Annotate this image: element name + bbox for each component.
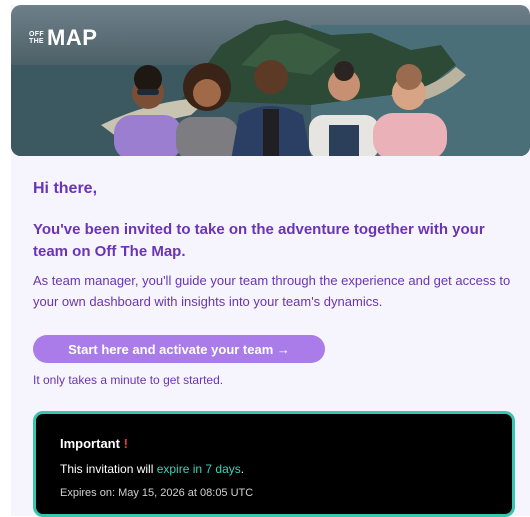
- brand-logo: OFF THE MAP: [29, 25, 97, 51]
- expiry-date: Expires on: May 15, 2026 at 08:05 UTC: [60, 487, 254, 499]
- expiry-message-prefix: This invitation will: [60, 462, 157, 476]
- helper-note: It only takes a minute to get started.: [33, 373, 224, 387]
- notice-title-text: Important: [60, 436, 120, 451]
- greeting-heading: Hi there,: [33, 180, 98, 197]
- email-message: OFF THE MAP Hi there, You've been invite…: [11, 5, 530, 517]
- expiry-highlight: expire in 7 days: [156, 462, 241, 476]
- activate-team-button[interactable]: Start here and activate your team →: [33, 335, 325, 363]
- logo-small-text: OFF THE: [29, 31, 46, 46]
- expiry-message: This invitation will expire in 7 days.: [60, 462, 244, 476]
- invite-headline: You've been invited to take on the adven…: [33, 221, 485, 260]
- logo-small-line-1: OFF: [29, 30, 44, 38]
- alert-mark-icon: !: [123, 436, 128, 451]
- notice-title: Important !: [60, 436, 128, 451]
- hero-banner: OFF THE MAP: [11, 5, 530, 156]
- logo-small-line-2: THE: [29, 38, 44, 45]
- invite-body-text: As team manager, you'll guide your team …: [33, 273, 511, 309]
- expiry-message-suffix: .: [240, 462, 245, 476]
- important-notice-box: Important ! This invitation will expire …: [33, 411, 515, 517]
- logo-big-text: MAP: [47, 25, 98, 50]
